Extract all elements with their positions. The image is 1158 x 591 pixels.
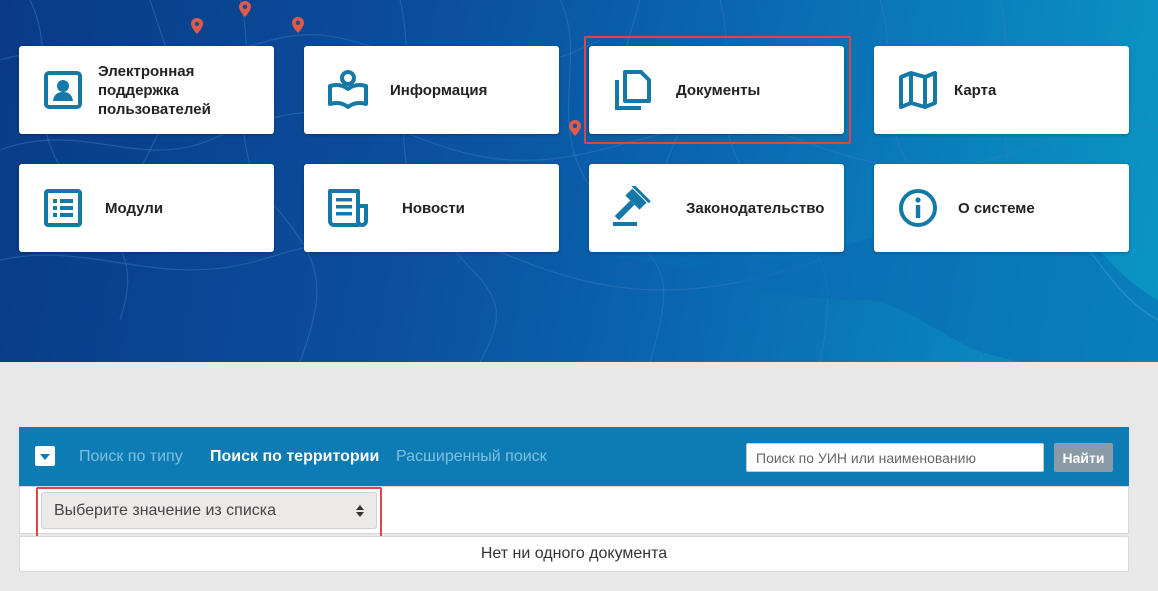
tile-legislation[interactable]: Законодательство — [589, 164, 844, 252]
filter-row: Выберите значение из списка — [19, 486, 1129, 534]
territory-select[interactable]: Выберите значение из списка — [41, 492, 377, 529]
tile-label: Модули — [105, 200, 164, 217]
map-pin-icon — [292, 17, 304, 33]
tile-about-system[interactable]: О системе — [874, 164, 1129, 252]
reader-book-icon — [326, 68, 370, 112]
collapse-toggle-button[interactable] — [35, 446, 55, 466]
tab-search-by-territory[interactable]: Поиск по территории — [210, 447, 379, 467]
tile-label: Информация — [390, 82, 488, 99]
select-value: Выберите значение из списка — [54, 502, 277, 519]
hero-banner: Электронная поддержка пользователей Инфо… — [0, 0, 1158, 362]
newspaper-icon — [326, 186, 370, 230]
tile-documents[interactable]: Документы — [589, 46, 844, 134]
empty-results-message: Нет ни одного документа — [19, 536, 1129, 572]
user-card-icon — [41, 68, 85, 112]
map-pin-icon — [569, 120, 581, 136]
caret-down-icon — [40, 454, 50, 460]
info-circle-icon — [896, 186, 940, 230]
tab-search-by-type[interactable]: Поиск по типу — [79, 447, 183, 467]
search-input[interactable] — [746, 443, 1044, 472]
sort-arrows-icon — [356, 505, 364, 517]
tile-map[interactable]: Карта — [874, 46, 1129, 134]
tab-advanced-search[interactable]: Расширенный поиск — [396, 447, 547, 467]
list-icon — [41, 186, 85, 230]
tile-label: Карта — [954, 82, 997, 99]
tile-user-support[interactable]: Электронная поддержка пользователей — [19, 46, 274, 134]
search-button[interactable]: Найти — [1054, 443, 1113, 472]
tile-news[interactable]: Новости — [304, 164, 559, 252]
tile-label: Новости — [402, 200, 465, 217]
tile-label: Документы — [676, 82, 761, 99]
map-pin-icon — [239, 1, 251, 17]
tile-label: Законодательство — [686, 200, 825, 217]
gavel-icon — [611, 186, 655, 230]
tile-label: О системе — [958, 200, 1035, 217]
tile-information[interactable]: Информация — [304, 46, 559, 134]
map-icon — [896, 68, 940, 112]
documents-icon — [611, 68, 655, 112]
map-pin-icon — [191, 18, 203, 34]
tile-label: Электронная поддержка пользователей — [98, 63, 211, 118]
search-bar: Поиск по типу Поиск по территории Расшир… — [19, 427, 1129, 486]
tile-modules[interactable]: Модули — [19, 164, 274, 252]
